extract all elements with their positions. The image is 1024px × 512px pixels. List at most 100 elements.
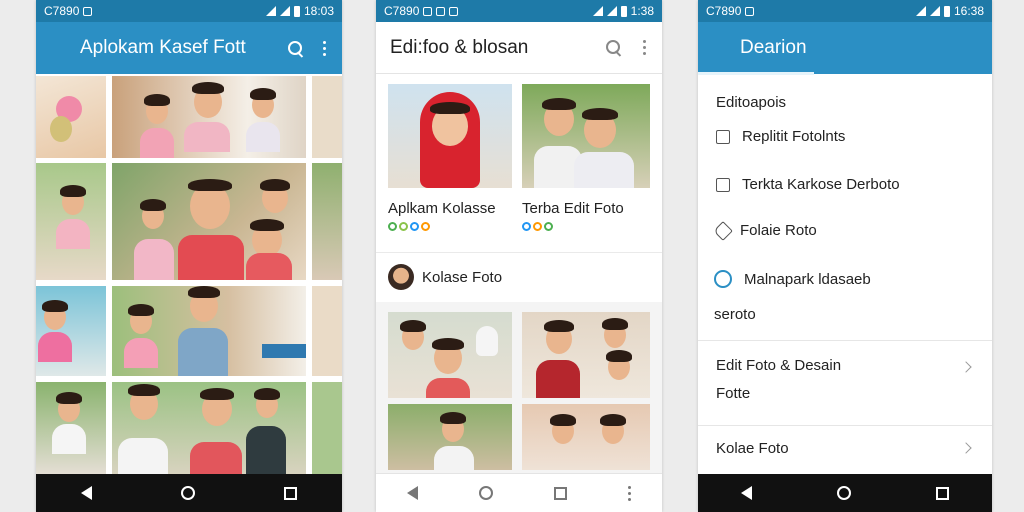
option-label: Replitit Fotolnts [742,128,846,145]
photo-tile[interactable] [112,382,306,474]
list-item[interactable]: Kolae Foto [698,426,992,472]
child-face [440,412,466,442]
photo-tile[interactable] [388,312,512,398]
profile-row[interactable]: Kolase Foto [388,264,502,290]
list-item-label: Kolae Foto [716,440,789,457]
app-title: Dearion [740,37,807,58]
signal-icon [279,6,290,16]
child-face [606,350,632,380]
photo-tile[interactable] [36,286,106,376]
home-icon[interactable] [478,486,493,500]
app-title: Aplokam Kasef Fott [80,37,246,58]
photo-card-image[interactable] [388,84,512,188]
photo-tile[interactable] [112,163,306,280]
more-vert-icon[interactable] [643,40,646,55]
status-carrier: C7890 [706,4,742,18]
child-body [52,424,86,454]
recents-icon[interactable] [284,486,298,500]
child-face [400,320,426,350]
status-carrier: C7890 [384,4,420,18]
child-face [430,102,470,146]
search-icon[interactable] [606,40,621,55]
recents-icon[interactable] [554,486,568,500]
photo-tile[interactable] [388,404,512,470]
child-face [192,82,224,118]
wifi-icon [915,6,926,16]
child-face [56,392,82,422]
checkbox[interactable] [716,129,730,144]
badge-dot [410,222,419,231]
wifi-icon [592,6,603,16]
child-face [260,179,290,213]
checkbox[interactable] [716,177,730,192]
photo-tile[interactable] [112,286,306,376]
cloud-icon [714,270,732,288]
child-body [134,239,174,280]
child-face [250,219,284,257]
home-icon[interactable] [836,486,851,500]
list-item[interactable]: Edit Foto & Desain Fotte [698,341,992,425]
photo-tile[interactable] [36,76,106,158]
photo-tile[interactable] [522,404,650,470]
photo-tile[interactable] [312,382,342,474]
status-clock: 18:03 [303,4,334,18]
photo-tile[interactable] [36,382,106,474]
notification-icon [449,6,459,16]
status-clock: 1:38 [630,4,654,18]
card-title[interactable]: Aplkam Kolasse [388,200,496,217]
child-body [246,122,280,152]
child-face [200,388,234,426]
status-bar: C7890 16:38 [698,0,992,22]
child-body [118,438,168,474]
status-carrier: C7890 [44,4,80,18]
badge-dot [522,222,531,231]
photo-card-image[interactable] [522,84,650,188]
hijab [476,326,498,356]
nav-bar [376,473,662,512]
adult-face [582,108,618,148]
child-body [246,426,286,474]
photo-tile[interactable] [312,163,342,280]
badge-dot [544,222,553,231]
more-vert-icon[interactable] [323,40,326,56]
child-body [38,332,72,362]
adult-body [574,152,634,188]
child-body [246,253,292,280]
status-clock: 16:38 [953,4,984,18]
recents-icon[interactable] [936,486,950,500]
list-item-label: Edit Foto & Desain [716,357,842,374]
photo-tile[interactable] [312,286,342,376]
battery-icon [293,5,300,17]
option-row[interactable]: Malnapark ldasaeb [714,270,871,288]
back-icon[interactable] [740,486,752,500]
photo-tile[interactable] [522,312,650,398]
option-row[interactable]: Replitit Fotolnts [716,128,845,145]
child-face [128,304,154,334]
option-sublabel: seroto [714,306,756,323]
badge-dot [533,222,542,231]
back-icon[interactable] [406,486,418,500]
child-face [542,98,576,136]
option-row[interactable]: Terkta Karkose Derboto [716,176,900,193]
phone-gallery: C7890 18:03 Aplokam Kasef Fott [36,0,342,512]
more-vert-icon[interactable] [628,485,632,501]
search-icon[interactable] [288,40,303,56]
child-body [124,338,158,368]
child-face [550,414,576,444]
notification-icon [83,6,93,16]
child-body [178,328,228,376]
battery-icon [943,5,950,17]
section-title: Editoapois [716,94,787,111]
child-face [600,414,626,444]
card-title[interactable]: Terba Edit Foto [522,200,624,217]
child-body [140,128,174,158]
option-row[interactable]: Folaie Roto [713,220,817,241]
child-face [250,88,276,118]
photo-tile[interactable] [312,76,342,158]
bench [262,344,306,358]
photo-tile[interactable] [36,163,106,280]
child-face [140,199,166,229]
back-icon[interactable] [80,486,92,500]
home-icon[interactable] [180,486,195,500]
photo-tile[interactable] [112,76,306,158]
